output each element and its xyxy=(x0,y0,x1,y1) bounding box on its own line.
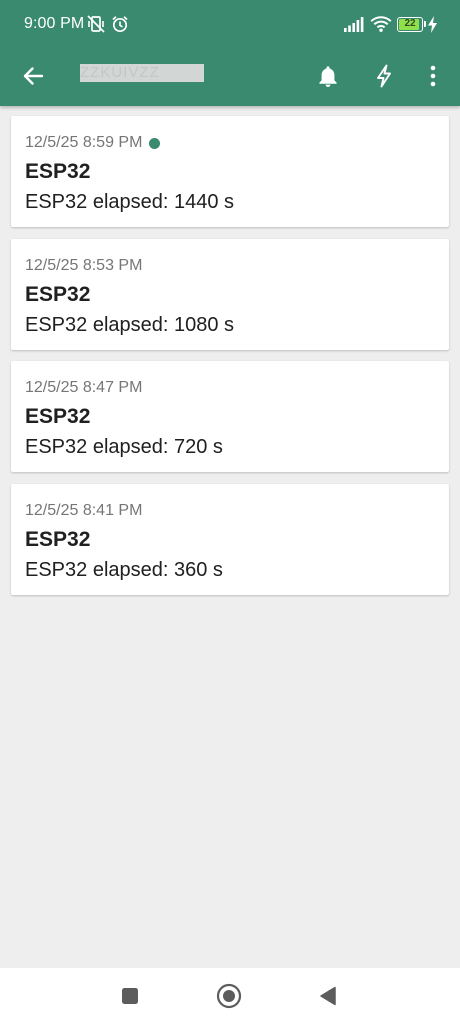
notification-card[interactable]: 12/5/25 8:41 PM ESP32 ESP32 elapsed: 360… xyxy=(11,483,449,595)
notification-title: ESP32 xyxy=(25,160,91,183)
circle-icon xyxy=(216,983,242,1009)
notification-message: ESP32 elapsed: 1440 s xyxy=(25,191,235,213)
more-options-button[interactable] xyxy=(413,56,453,96)
notification-time: 12/5/25 8:59 PM xyxy=(25,134,143,151)
notification-card[interactable]: 12/5/25 8:47 PM ESP32 ESP32 elapsed: 720… xyxy=(11,361,449,472)
unread-dot-icon xyxy=(149,137,161,149)
notification-title: ESP32 xyxy=(25,527,91,551)
bell-icon xyxy=(319,66,337,87)
recents-button[interactable] xyxy=(110,976,150,1016)
notification-time-row: 12/5/25 8:53 PM xyxy=(25,256,435,276)
battery-icon: 22 xyxy=(397,17,426,32)
more-vert-icon xyxy=(430,65,436,87)
system-nav-bar xyxy=(0,968,460,1024)
nav-back-button[interactable] xyxy=(308,976,348,1016)
notification-title: ESP32 xyxy=(25,282,91,306)
status-time: 9:00 PM xyxy=(24,15,85,32)
triangle-back-icon xyxy=(320,986,336,1006)
notifications-button[interactable] xyxy=(308,56,348,96)
signal-icon xyxy=(344,17,364,32)
notification-time: 12/5/25 8:41 PM xyxy=(25,501,143,519)
lightning-icon xyxy=(377,64,391,88)
charging-icon xyxy=(428,16,437,33)
alarm-icon xyxy=(112,16,128,33)
notification-card[interactable]: 12/5/25 8:59 PM ESP32 ESP32 elapsed: 144… xyxy=(11,116,449,227)
home-button[interactable] xyxy=(209,976,249,1016)
notification-list: 12/5/25 8:59 PM ESP32 ESP32 elapsed: 144… xyxy=(11,116,449,606)
notification-message: ESP32 elapsed: 720 s xyxy=(25,436,223,458)
notification-time-row: 12/5/25 8:47 PM xyxy=(25,378,435,398)
wifi-icon xyxy=(370,16,392,32)
topic-title: ZZKUIVZZ xyxy=(80,64,204,82)
notification-time-row: 12/5/25 8:41 PM xyxy=(25,501,435,521)
notification-time: 12/5/25 8:53 PM xyxy=(25,256,143,274)
app-bar: ZZKUIVZZ xyxy=(0,50,460,106)
notification-title: ESP32 xyxy=(25,405,91,428)
notification-message: ESP32 elapsed: 1080 s xyxy=(25,313,235,336)
arrow-left-icon xyxy=(23,67,44,85)
square-icon xyxy=(122,988,138,1004)
notification-time: 12/5/25 8:47 PM xyxy=(25,379,143,396)
notification-message: ESP32 elapsed: 360 s xyxy=(25,558,223,581)
publish-button[interactable] xyxy=(364,56,404,96)
notification-time-row: 12/5/25 8:59 PM xyxy=(25,133,435,153)
battery-level: 22 xyxy=(404,18,416,29)
back-button[interactable] xyxy=(13,56,53,96)
notification-card[interactable]: 12/5/25 8:53 PM ESP32 ESP32 elapsed: 108… xyxy=(11,238,449,350)
vibrate-off-icon xyxy=(87,15,105,33)
status-bar: 9:00 PM 22 xyxy=(0,0,460,50)
